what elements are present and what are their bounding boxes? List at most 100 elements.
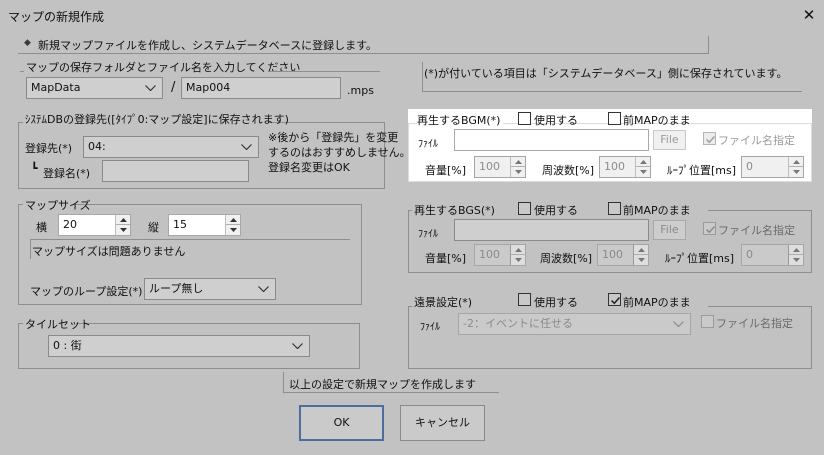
size-status-text: マップサイズは問題ありません [32,245,186,258]
register-name-input[interactable] [102,160,249,182]
bgs-freq-stepper[interactable]: 100 [597,244,649,266]
bg-prev-checkbox[interactable] [608,293,621,306]
loop-select[interactable]: ループ無し [144,278,276,300]
size-note-edge [30,239,31,259]
bgm-file-input[interactable] [454,129,649,151]
height-stepper[interactable]: 15 [168,214,241,236]
tileset-select[interactable]: 0 : 街 [48,335,310,357]
bgs-volume-label: 音量[%] [425,252,467,265]
bg-filename-checkbox[interactable] [701,315,714,328]
info-bullet-icon: ◆ [24,38,31,48]
dest-label: 登録先(*) [25,142,73,155]
bgs-loop-stepper[interactable]: 0 [741,244,804,266]
tile-group-top-right [76,323,359,324]
bgs-filename-label: ファイル名指定 [718,224,795,237]
height-down-arrow-icon[interactable] [226,225,240,235]
ok-button[interactable]: OK [299,405,384,441]
down-arrow-icon[interactable] [511,255,525,265]
dest-select[interactable]: 04: [83,136,259,158]
info-underline [18,53,708,54]
bg-filename-label: ファイル名指定 [716,317,793,330]
bgm-freq-label: 周波数[%] [542,164,595,177]
bgs-filename-checkbox[interactable] [703,222,716,235]
size-group-top-right [75,204,361,205]
height-up-arrow-icon[interactable] [226,215,240,225]
size-group-left [18,204,19,304]
tile-group-left [18,323,19,368]
bg-group-bottom [408,368,812,369]
db-note-line2: するのはおすすめしません。 [268,146,411,159]
bg-file-select[interactable]: -2：イベントに任せる [458,313,691,335]
width-stepper[interactable]: 20 [58,214,131,236]
width-down-arrow-icon[interactable] [116,225,130,235]
up-arrow-icon[interactable] [511,245,525,255]
bgs-file-input[interactable] [454,219,649,241]
up-arrow-icon[interactable] [511,157,525,167]
bg-use-checkbox[interactable] [518,293,531,306]
bgs-group-top-right [708,210,812,211]
bgs-loop-value: 0 [746,248,753,261]
db-group-bottom [18,188,385,189]
bgm-volume-stepper[interactable]: 100 [474,156,526,178]
bg-title: 遠景設定(*) [414,296,473,309]
info-text: 新規マップファイルを作成し、システムデータベースに登録します。 [38,39,378,52]
bgs-file-button[interactable]: File [653,220,686,240]
chevron-down-icon [291,336,305,356]
up-arrow-icon[interactable] [789,245,803,255]
bg-group-top-right [708,306,812,307]
save-group-line-right [268,71,380,72]
tileset-value: 0 : 街 [53,339,82,352]
info-right-edge [708,36,709,54]
width-value: 20 [63,218,77,231]
loop-label: マップのループ設定(*) [30,285,143,298]
bg-file-label: ﾌｧｲﾙ [420,322,440,333]
dest-value: 04: [88,140,106,153]
bg-use-label: 使用する [534,296,578,309]
size-group-bottom [18,304,362,305]
cancel-button[interactable]: キャンセル [400,405,485,441]
bgs-prev-label: 前MAPのまま [623,204,691,217]
up-arrow-icon[interactable] [634,245,648,255]
title-bar: マップの新規作成 ✕ [0,0,824,30]
save-folder-select[interactable]: MapData [26,77,163,99]
bgs-use-checkbox[interactable] [518,202,531,215]
name-label: 登録名(*) [43,167,91,180]
bgs-volume-stepper[interactable]: 100 [474,244,526,266]
notice-edge [422,62,423,92]
bgm-loop-label: ﾙｰﾌﾟ位置[ms] [667,164,737,177]
down-arrow-icon[interactable] [636,167,650,177]
bgm-volume-label: 音量[%] [425,164,467,177]
bgm-use-checkbox[interactable] [518,112,531,125]
bgs-freq-label: 周波数[%] [540,252,593,265]
close-icon[interactable]: ✕ [796,3,822,27]
map-filename-input[interactable]: Map004 [181,77,341,99]
bgm-freq-stepper[interactable]: 100 [599,156,651,178]
bgm-filename-label: ファイル名指定 [718,134,795,147]
bgm-loop-stepper[interactable]: 0 [741,156,804,178]
bgm-filename-checkbox[interactable] [703,132,716,145]
window-title: マップの新規作成 [8,10,105,24]
width-up-arrow-icon[interactable] [116,215,130,225]
bgm-file-label: ﾌｧｲﾙ [418,139,438,150]
bg-group-right [811,306,812,368]
bgs-prev-checkbox[interactable] [608,202,621,215]
up-arrow-icon[interactable] [636,157,650,167]
bgm-title: 再生するBGM(*) [417,112,504,128]
db-group-label: ｼｽﾃﾑDBの登録先([ﾀｲﾌﾟ0:マップ設定]に保存されます) [25,113,289,126]
bgs-group-left [408,210,409,272]
db-group-left [18,122,19,188]
checkmark-icon [610,296,621,305]
bgm-prev-checkbox[interactable] [608,112,621,125]
bgm-file-button[interactable]: File [653,130,686,150]
down-arrow-icon[interactable] [789,255,803,265]
bgm-loop-value: 0 [746,160,753,173]
down-arrow-icon[interactable] [789,167,803,177]
up-arrow-icon[interactable] [789,157,803,167]
bgs-loop-label: ﾙｰﾌﾟ位置[ms] [665,252,735,265]
down-arrow-icon[interactable] [634,255,648,265]
down-arrow-icon[interactable] [511,167,525,177]
bgs-title: 再生するBGS(*) [414,204,495,217]
height-label: 縦 [148,221,159,234]
bg-prev-label: 前MAPのまま [623,296,691,309]
footer-message: 以上の設定で新規マップを作成します [289,378,476,391]
